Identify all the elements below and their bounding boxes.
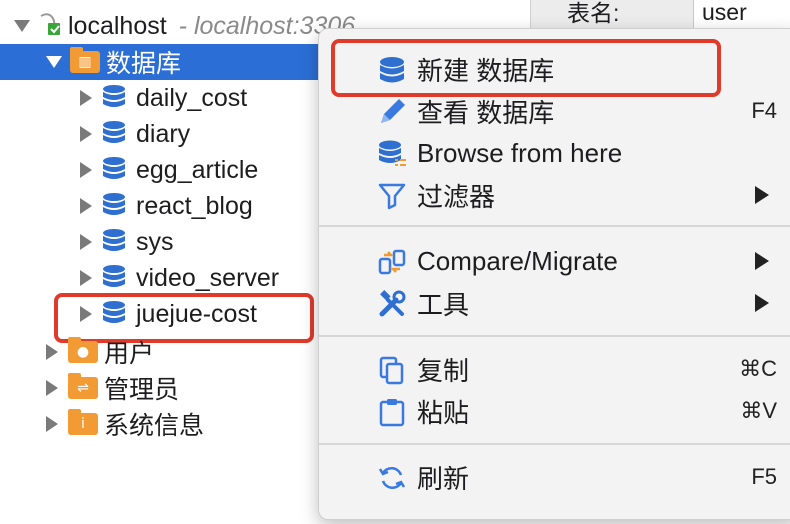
menu-item-copy[interactable]: 复制 ⌘C [319,349,790,389]
filter-icon [377,181,407,211]
menu-separator [319,335,790,337]
refresh-icon [377,463,407,493]
menu-item-label: 粘贴 [417,397,470,428]
menu-item-tools[interactable]: 工具 [319,283,790,323]
database-icon [102,264,126,292]
database-label: video_server [136,263,280,292]
collapse-triangle-icon[interactable] [80,198,92,214]
menu-item-shortcut: F4 [751,98,777,123]
database-label: sys [136,227,174,256]
database-folder-icon: ▥ [70,47,100,73]
tools-icon [377,289,407,319]
menu-item-label: Compare/Migrate [417,245,618,276]
admins-folder-icon: ⇌ [68,373,98,399]
menu-item-shortcut: F5 [751,464,777,489]
menu-item-label: 查看 数据库 [417,97,555,128]
menu-item-label: 过滤器 [417,181,496,212]
context-menu: 新建 数据库 查看 数据库 F4 Browse from here 过滤器 Co… [318,28,790,520]
collapse-triangle-icon[interactable] [80,234,92,250]
database-label: react_blog [136,191,253,220]
collapse-triangle-icon[interactable] [46,380,58,396]
users-folder-label: 用户 [104,340,155,368]
sysinfo-folder-icon: i [68,409,98,435]
database-icon [102,228,126,256]
menu-item-label: 刷新 [417,463,470,494]
pencil-icon [377,97,407,127]
submenu-arrow-icon [755,186,769,204]
menu-separator [319,443,790,445]
paste-icon [377,397,407,427]
menu-item-compare-migrate[interactable]: Compare/Migrate [319,241,790,281]
database-icon [102,156,126,184]
users-folder-icon: ● [68,337,98,363]
menu-item-refresh[interactable]: 刷新 F5 [319,457,790,497]
databases-folder-label: 数据库 [106,50,182,78]
collapse-triangle-icon[interactable] [80,270,92,286]
menu-separator [319,225,790,227]
highlight-box-new-database [331,39,721,97]
database-label: daily_cost [136,83,248,112]
submenu-arrow-icon [755,252,769,270]
menu-item-view-database[interactable]: 查看 数据库 F4 [319,91,790,131]
database-label: egg_article [136,155,259,184]
compare-icon [377,247,407,277]
collapse-triangle-icon[interactable] [80,162,92,178]
table-name-label: 表名: [567,0,620,26]
menu-item-browse-from-here[interactable]: Browse from here [319,133,790,173]
menu-item-shortcut: ⌘C [739,356,777,381]
sysinfo-folder-label: 系统信息 [104,412,205,440]
expand-triangle-icon[interactable] [46,56,62,68]
connection-icon [38,11,62,42]
host-label: localhost [68,11,167,40]
database-icon [102,84,126,112]
menu-item-label: 工具 [417,289,470,320]
menu-item-label: 复制 [417,355,470,386]
collapse-triangle-icon[interactable] [46,344,58,360]
menu-item-paste[interactable]: 粘贴 ⌘V [319,391,790,431]
table-name-field[interactable]: user [693,0,790,30]
menu-item-shortcut: ⌘V [740,398,777,423]
copy-icon [377,355,407,385]
collapse-triangle-icon[interactable] [80,90,92,106]
collapse-triangle-icon[interactable] [46,416,58,432]
expand-triangle-icon[interactable] [14,20,30,32]
menu-item-label: Browse from here [417,137,623,168]
collapse-triangle-icon[interactable] [80,126,92,142]
database-label: diary [136,119,191,148]
database-icon [102,120,126,148]
submenu-arrow-icon [755,294,769,312]
menu-item-filter[interactable]: 过滤器 [319,175,790,215]
admins-folder-label: 管理员 [104,376,180,404]
database-list-icon [377,139,407,169]
database-icon [102,192,126,220]
